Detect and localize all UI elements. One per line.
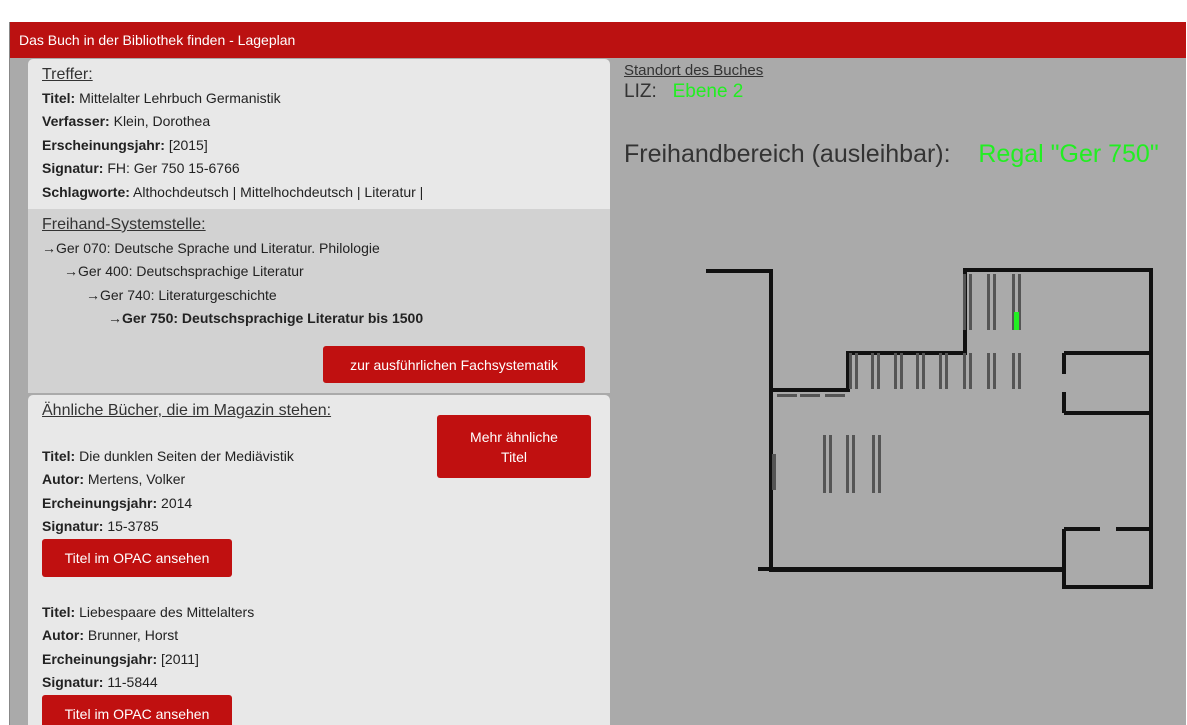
shelf <box>963 353 966 389</box>
shelf <box>852 435 855 493</box>
shelf <box>825 394 845 397</box>
shelf <box>939 353 942 389</box>
shelf <box>945 353 948 389</box>
shelves <box>772 274 1021 493</box>
shelf <box>772 454 776 490</box>
shelf <box>849 353 852 389</box>
shelf <box>846 435 849 493</box>
shelf <box>900 353 903 389</box>
target-shelf-marker <box>1014 312 1019 330</box>
shelf <box>963 274 966 330</box>
shelf <box>1018 353 1021 389</box>
shelf <box>916 353 919 389</box>
shelf <box>823 435 826 493</box>
floor-walls <box>706 268 1153 589</box>
shelf <box>872 435 875 493</box>
shelf <box>855 353 858 389</box>
shelf <box>987 274 990 330</box>
shelf <box>800 394 820 397</box>
shelf <box>969 274 972 330</box>
shelf <box>922 353 925 389</box>
shelf <box>829 435 832 493</box>
shelf <box>894 353 897 389</box>
app-frame: Das Buch in der Bibliothek finden - Lage… <box>9 22 1186 725</box>
shelf <box>969 353 972 389</box>
shelf <box>987 353 990 389</box>
shelf <box>871 353 874 389</box>
shelf <box>993 274 996 330</box>
floor-plan-map <box>706 268 1153 589</box>
shelf <box>777 394 797 397</box>
shelf <box>993 353 996 389</box>
shelf <box>877 353 880 389</box>
shelf <box>878 435 881 493</box>
shelf <box>1012 353 1015 389</box>
